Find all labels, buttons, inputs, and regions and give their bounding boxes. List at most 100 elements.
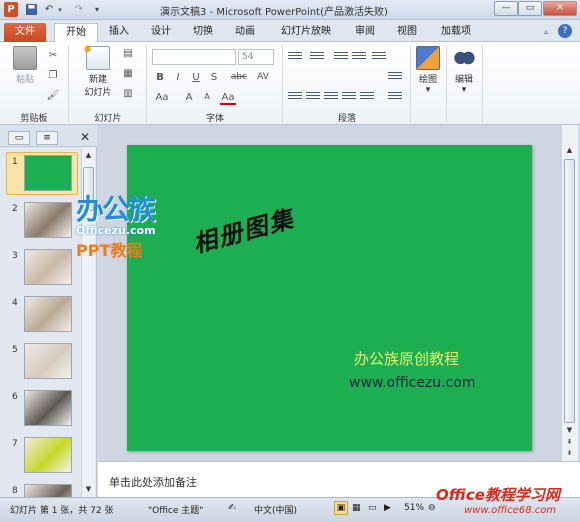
slide-thumbnail[interactable] (24, 437, 72, 473)
layout-icon[interactable]: ▤ (120, 48, 136, 59)
font-size-combo[interactable]: 54 (238, 49, 274, 65)
tab-view[interactable]: 视图 (390, 23, 424, 42)
shrink-font-button[interactable]: A (200, 92, 214, 101)
drawing-label: 绘图 (418, 75, 437, 85)
justify-icon[interactable] (342, 92, 356, 104)
reset-icon[interactable]: ▦ (120, 68, 136, 79)
italic-button[interactable]: I (172, 72, 184, 83)
canvas-scroll-thumb[interactable] (564, 159, 575, 423)
redo-icon[interactable]: ↷ (72, 2, 86, 17)
slide-thumbnail[interactable] (24, 343, 72, 379)
font-color-button[interactable]: Aa (220, 92, 236, 105)
slide-thumbnail[interactable] (24, 390, 72, 426)
tab-review[interactable]: 审阅 (348, 23, 382, 42)
numbering-icon[interactable] (310, 52, 324, 64)
thumbnail-number: 6 (12, 392, 18, 402)
panel-tabs: ▭ ≡ ✕ (0, 125, 97, 147)
undo-icon[interactable]: ↶ (42, 2, 56, 17)
zoom-level[interactable]: 51% (404, 503, 424, 513)
customize-quick-access-icon[interactable]: ▾ (92, 2, 102, 17)
new-slide-label-1: 新建 (88, 75, 107, 85)
editing-dropdown-icon: ▾ (461, 85, 467, 95)
thumbnail-number: 1 (12, 157, 18, 167)
new-slide-label-2: 幻灯片 (84, 88, 112, 98)
grow-font-button[interactable]: A (182, 92, 196, 103)
font-name-combo[interactable] (152, 49, 236, 65)
slide-sorter-icon[interactable]: ▦ (352, 503, 361, 513)
align-right-icon[interactable] (324, 92, 338, 104)
close-button[interactable]: ✕ (543, 1, 577, 16)
slide-thumbnail[interactable] (24, 296, 72, 332)
separator (68, 46, 69, 122)
tab-design[interactable]: 设计 (144, 23, 178, 42)
save-icon[interactable] (24, 2, 38, 17)
help-icon[interactable]: ? (558, 24, 572, 38)
slide-thumbnail[interactable] (24, 249, 72, 285)
cut-icon[interactable]: ✂ (46, 50, 60, 61)
editing-button[interactable]: 编辑 ▾ (448, 46, 480, 95)
underline-button[interactable]: U (190, 72, 202, 83)
shadow-button[interactable]: S (208, 72, 220, 83)
maximize-button[interactable]: ▭ (518, 1, 542, 16)
scroll-down-icon[interactable]: ▼ (83, 484, 94, 495)
strikethrough-button[interactable]: abc (228, 72, 250, 82)
slide-thumbnail[interactable] (24, 155, 72, 191)
outline-tab[interactable]: ≡ (36, 131, 58, 145)
current-slide[interactable]: 相册图集 办公族原创教程 www.officezu.com (127, 145, 532, 451)
scroll-down-icon[interactable]: ▼ (564, 425, 575, 436)
logo-sub2: PPT教程 (76, 241, 143, 260)
tab-slideshow[interactable]: 幻灯片放映 (274, 23, 338, 42)
align-center-icon[interactable] (306, 92, 320, 104)
new-slide-button[interactable]: ✸ 新建 幻灯片 (76, 43, 120, 98)
slide-subtitle[interactable]: 办公族原创教程 (354, 348, 459, 369)
slide-thumbnail[interactable] (24, 202, 72, 238)
paste-button[interactable]: 粘贴 (8, 46, 42, 85)
thumbnail-number: 4 (12, 298, 18, 308)
theme-name[interactable]: "Office 主题" (148, 503, 203, 516)
tab-animations[interactable]: 动画 (228, 23, 262, 42)
bold-button[interactable]: B (154, 72, 166, 83)
align-text-icon[interactable] (388, 92, 402, 104)
next-slide-icon[interactable]: ⇟ (564, 448, 575, 459)
reading-view-icon[interactable]: ▭ (368, 503, 377, 513)
drawing-button[interactable]: 绘图 ▾ (412, 46, 444, 95)
minimize-ribbon-icon[interactable]: ▵ (540, 24, 552, 39)
slide-title[interactable]: 相册图集 (188, 199, 298, 260)
panel-close-icon[interactable]: ✕ (80, 130, 90, 144)
slide-canvas: 相册图集 办公族原创教程 www.officezu.com ▲ ▼ ⇞ ⇟ (98, 125, 580, 461)
tab-insert[interactable]: 插入 (102, 23, 136, 42)
slide-url[interactable]: www.officezu.com (349, 375, 476, 391)
office68-title: Office教程学习网 (436, 486, 560, 504)
tab-file[interactable]: 文件 (4, 23, 46, 42)
copy-icon[interactable]: ❐ (46, 70, 60, 81)
section-icon[interactable]: ▥ (120, 88, 136, 99)
increase-indent-icon[interactable] (352, 52, 366, 64)
previous-slide-icon[interactable]: ⇞ (564, 437, 575, 448)
text-direction-icon[interactable] (388, 72, 402, 84)
decrease-indent-icon[interactable] (334, 52, 348, 64)
language[interactable]: 中文(中国) (254, 503, 297, 516)
bullets-icon[interactable] (288, 52, 302, 64)
separator (410, 46, 411, 122)
tab-home[interactable]: 开始 (54, 23, 98, 42)
tab-transitions[interactable]: 切换 (186, 23, 220, 42)
scroll-up-icon[interactable]: ▲ (564, 145, 575, 156)
format-painter-icon[interactable]: 🖌 (46, 90, 60, 101)
align-left-icon[interactable] (288, 92, 302, 104)
line-spacing-icon[interactable] (372, 52, 386, 64)
title-bar: P ↶ ▾ ↷ ▾ 演示文稿3 - Microsoft PowerPoint(产… (0, 0, 580, 20)
spelling-icon[interactable]: ✍ (228, 503, 236, 513)
thumbnail-number: 2 (12, 204, 18, 214)
columns-icon[interactable] (360, 92, 374, 104)
normal-view-icon[interactable]: ▣ (334, 501, 348, 515)
slideshow-icon[interactable]: ▶ (384, 503, 391, 513)
canvas-scrollbar[interactable]: ▲ ▼ ⇞ ⇟ (561, 125, 578, 461)
minimize-button[interactable]: — (494, 1, 518, 16)
scroll-up-icon[interactable]: ▲ (83, 150, 94, 161)
slides-tab[interactable]: ▭ (8, 131, 30, 145)
zoom-out-icon[interactable]: ⊖ (428, 503, 436, 513)
char-spacing-button[interactable]: AV (254, 72, 272, 82)
change-case-button[interactable]: Aa (154, 92, 170, 103)
tab-addins[interactable]: 加载项 (434, 23, 478, 42)
undo-dropdown-icon[interactable]: ▾ (56, 2, 64, 17)
